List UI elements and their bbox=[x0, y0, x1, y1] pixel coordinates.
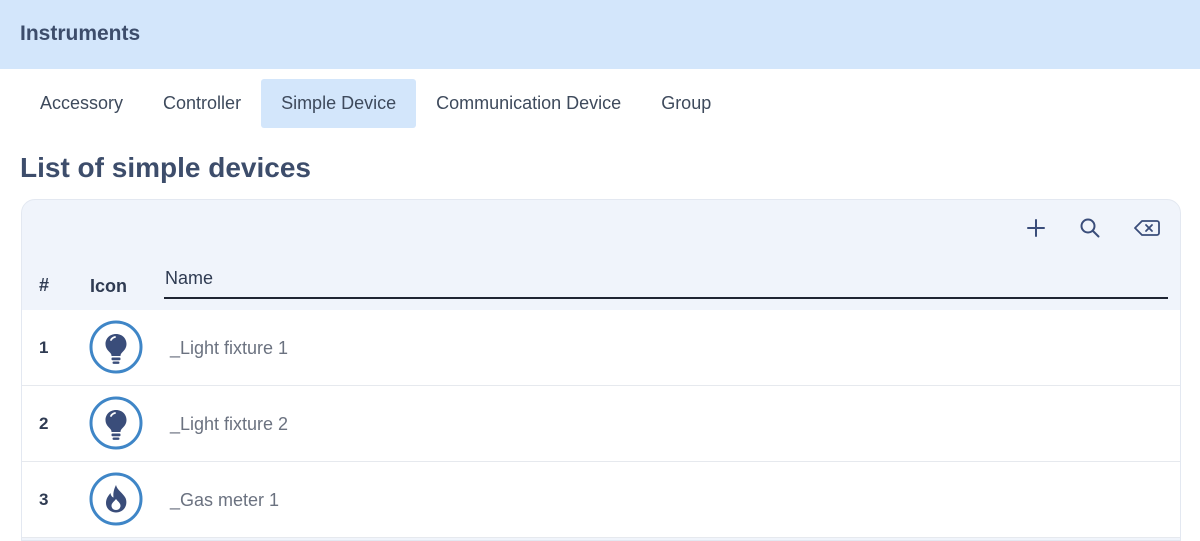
table-body: 1 _Light fixture 1 2 _Light fixture 2 3 … bbox=[22, 310, 1180, 538]
app-header: Instruments bbox=[0, 0, 1200, 69]
tab-group[interactable]: Group bbox=[641, 79, 731, 128]
row-number: 2 bbox=[39, 414, 49, 433]
column-header-name[interactable]: Name bbox=[164, 266, 1168, 299]
row-number: 1 bbox=[39, 338, 49, 357]
column-header-icon: Icon bbox=[90, 276, 128, 296]
devices-table-panel: # Icon Name 1 _Light fixture 1 2 _Light … bbox=[21, 199, 1181, 541]
row-number: 3 bbox=[39, 490, 49, 509]
tab-accessory[interactable]: Accessory bbox=[20, 79, 143, 128]
tab-simple-device[interactable]: Simple Device bbox=[261, 79, 417, 128]
table-row[interactable]: 1 _Light fixture 1 bbox=[22, 310, 1180, 386]
clear-filter-icon bbox=[1134, 220, 1160, 236]
tab-communication-device[interactable]: Communication Device bbox=[416, 79, 641, 128]
tab-bar: Accessory Controller Simple Device Commu… bbox=[20, 79, 731, 128]
column-header-name-label: Name bbox=[165, 268, 214, 288]
table-row[interactable]: 2 _Light fixture 2 bbox=[22, 386, 1180, 462]
light-bulb-icon bbox=[89, 396, 143, 450]
clear-filter-button[interactable] bbox=[1130, 214, 1164, 242]
device-name: _Light fixture 2 bbox=[170, 414, 289, 434]
app-title: Instruments bbox=[20, 22, 141, 45]
plus-icon bbox=[1027, 219, 1045, 237]
add-button[interactable] bbox=[1021, 214, 1051, 242]
search-icon bbox=[1080, 218, 1100, 238]
column-header-number: # bbox=[39, 275, 50, 295]
table-row[interactable]: 3 _Gas meter 1 bbox=[22, 462, 1180, 538]
light-bulb-icon bbox=[89, 320, 143, 374]
page-title: List of simple devices bbox=[20, 152, 311, 183]
device-name: _Light fixture 1 bbox=[170, 338, 289, 358]
search-button[interactable] bbox=[1075, 214, 1105, 242]
flame-icon bbox=[89, 472, 143, 526]
device-name: _Gas meter 1 bbox=[170, 490, 280, 510]
tab-controller[interactable]: Controller bbox=[143, 79, 261, 128]
